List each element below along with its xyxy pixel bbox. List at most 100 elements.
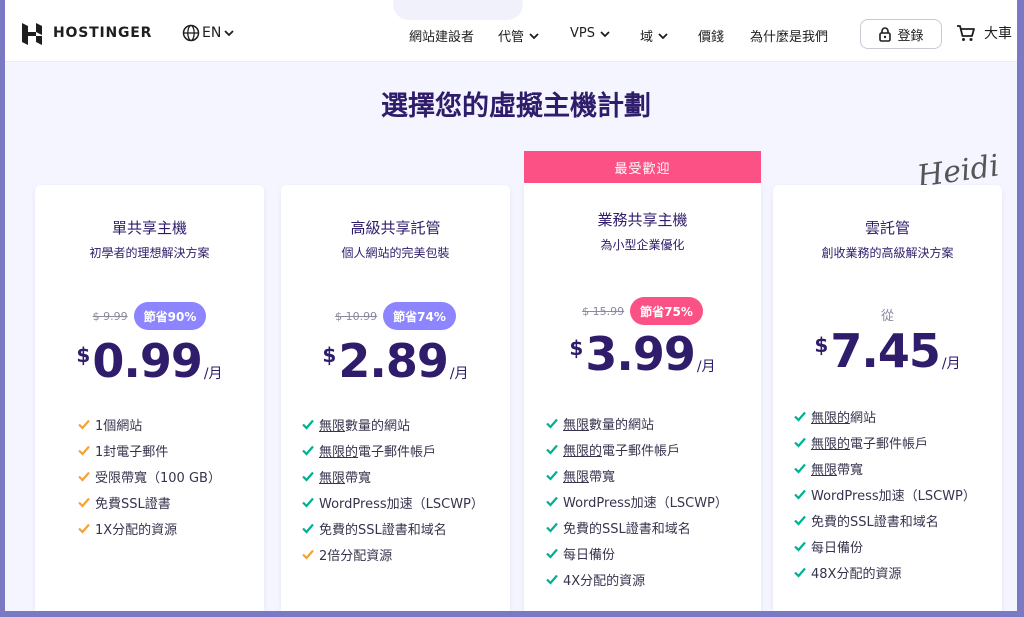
check-icon <box>794 541 806 552</box>
feature-item: 1X分配的資源 <box>77 515 221 541</box>
price-amount: 0.99 <box>92 334 202 388</box>
check-icon <box>546 496 558 507</box>
price-row: $ 9.99 節省90% <box>35 302 264 330</box>
check-icon <box>794 515 806 526</box>
check-icon <box>794 489 806 500</box>
cart-button[interactable]: 大車 <box>956 23 1012 43</box>
login-label: 登錄 <box>897 28 924 44</box>
plan-card-single: 單共享主機 初學者的理想解決方案 $ 9.99 節省90% $ 0.99 /月 … <box>35 185 264 611</box>
page-frame: HOSTINGER EN 網站建設者 代管 VPS 域 價錢 為什麼是我們 登錄… <box>5 0 1017 611</box>
old-price: $ 10.99 <box>335 309 378 323</box>
feature-text: 48X分配的資源 <box>811 566 902 582</box>
feature-text: 帶寬 <box>345 470 372 486</box>
globe-icon <box>182 24 200 42</box>
chevron-down-icon <box>224 30 234 37</box>
feature-text: 網站 <box>850 410 877 426</box>
price-row: $ 10.99 節省74% <box>281 302 510 330</box>
check-icon <box>546 444 558 455</box>
feature-text: 2倍分配資源 <box>319 548 393 564</box>
nav-label: 代管 <box>498 30 525 45</box>
check-icon <box>794 437 806 448</box>
feature-item: 無限 數量的網站 <box>301 411 484 437</box>
plan-name: 單共享主機 <box>111 219 187 237</box>
feature-text: 數量的網站 <box>589 417 655 433</box>
nav-vps[interactable]: VPS <box>570 26 611 41</box>
feature-list: 無限 數量的網站 無限的 電子郵件帳戶 無限 帶寬 WordPress加速（LSCWP… <box>545 410 728 592</box>
plan-card-premium: 高級共享託管 個人網站的完美包裝 $ 10.99 節省74% $ 2.89 /月… <box>281 185 510 611</box>
old-price: $ 9.99 <box>92 309 128 323</box>
feature-text: 4X分配的資源 <box>563 573 646 589</box>
price-currency: $ <box>76 343 91 367</box>
feature-highlight: 無限 <box>811 462 838 478</box>
feature-text: 免費的SSL證書和域名 <box>319 522 447 538</box>
feature-item: 每日備份 <box>545 540 728 566</box>
nav-why-us[interactable]: 為什麼是我們 <box>750 26 828 45</box>
feature-item: 1個網站 <box>77 411 221 437</box>
lock-icon <box>879 27 892 42</box>
nav-label: 網站建設者 <box>409 30 475 45</box>
feature-text: WordPress加速（LSCWP） <box>811 488 976 504</box>
plan-name: 雲託管 <box>864 219 910 237</box>
check-icon <box>302 523 314 534</box>
savings-badge: 節省90% <box>133 302 207 330</box>
check-icon <box>546 548 558 559</box>
feature-list: 1個網站 1封電子郵件 受限帶寬（100 GB） 免費SSL證書 1X分配的資源 <box>77 411 221 541</box>
feature-text: WordPress加速（LSCWP） <box>319 496 484 512</box>
language-selector[interactable]: EN <box>182 23 235 43</box>
nav-hosting[interactable]: 代管 <box>498 26 540 45</box>
chevron-down-icon <box>658 32 668 39</box>
cart-icon <box>957 25 975 41</box>
feature-text: 1個網站 <box>95 418 143 434</box>
hostinger-logo-icon[interactable] <box>20 22 44 46</box>
feature-text: 帶寬 <box>589 469 616 485</box>
feature-highlight: 無限的 <box>811 410 851 426</box>
login-button[interactable]: 登錄 <box>860 19 942 49</box>
check-icon <box>546 574 558 585</box>
feature-highlight: 無限的 <box>319 444 359 460</box>
nav-website-builder[interactable]: 網站建設者 <box>409 26 474 45</box>
check-icon <box>546 418 558 429</box>
savings-badge: 節省75% <box>630 297 703 325</box>
price-period: /月 <box>203 366 223 382</box>
feature-item: 4X分配的資源 <box>545 566 728 592</box>
feature-highlight: 無限 <box>319 418 346 434</box>
nav-label: 域 <box>640 30 654 45</box>
feature-item: 無限的 電子郵件帳戶 <box>545 436 728 462</box>
feature-item: 無限的 網站 <box>793 403 976 429</box>
price-from-label: 從 <box>880 309 894 324</box>
price-period: /月 <box>696 359 716 375</box>
chevron-down-icon <box>600 30 610 37</box>
nav-domains[interactable]: 域 <box>640 26 669 45</box>
feature-text: 帶寬 <box>837 462 864 478</box>
feature-item: 無限 帶寬 <box>545 462 728 488</box>
feature-highlight: 無限 <box>563 469 590 485</box>
check-icon <box>794 567 806 578</box>
feature-text: 1X分配的資源 <box>95 522 178 538</box>
nav-pricing[interactable]: 價錢 <box>698 26 724 45</box>
feature-highlight: 無限的 <box>811 436 851 452</box>
feature-item: 免費的SSL證書和域名 <box>545 514 728 540</box>
check-icon <box>794 463 806 474</box>
nav-label: 為什麼是我們 <box>750 30 829 45</box>
plan-name: 業務共享主機 <box>597 211 688 229</box>
plan-name: 高級共享託管 <box>350 219 441 237</box>
price-amount: 2.89 <box>338 334 448 388</box>
feature-text: 電子郵件帳戶 <box>602 443 681 459</box>
feature-item: 無限 帶寬 <box>301 463 484 489</box>
check-icon <box>78 419 90 430</box>
check-icon <box>78 471 90 482</box>
price-period: /月 <box>941 356 961 372</box>
check-icon <box>546 522 558 533</box>
feature-list: 無限 數量的網站 無限的 電子郵件帳戶 無限 帶寬 WordPress加速（LSCWP… <box>301 411 484 567</box>
brand-name[interactable]: HOSTINGER <box>53 25 152 41</box>
check-icon <box>302 549 314 560</box>
price-currency: $ <box>814 333 829 357</box>
feature-item: WordPress加速（LSCWP） <box>545 488 728 514</box>
check-icon <box>78 497 90 508</box>
plan-price: $ 2.89 /月 <box>281 335 510 387</box>
plan-subtitle: 個人網站的完美包裝 <box>341 246 450 260</box>
price-currency: $ <box>322 343 337 367</box>
feature-item: 每日備份 <box>793 533 976 559</box>
plan-card-business: 業務共享主機 為小型企業優化 $ 15.99 節省75% $ 3.99 /月 無… <box>524 183 761 611</box>
feature-item: 48X分配的資源 <box>793 559 976 585</box>
